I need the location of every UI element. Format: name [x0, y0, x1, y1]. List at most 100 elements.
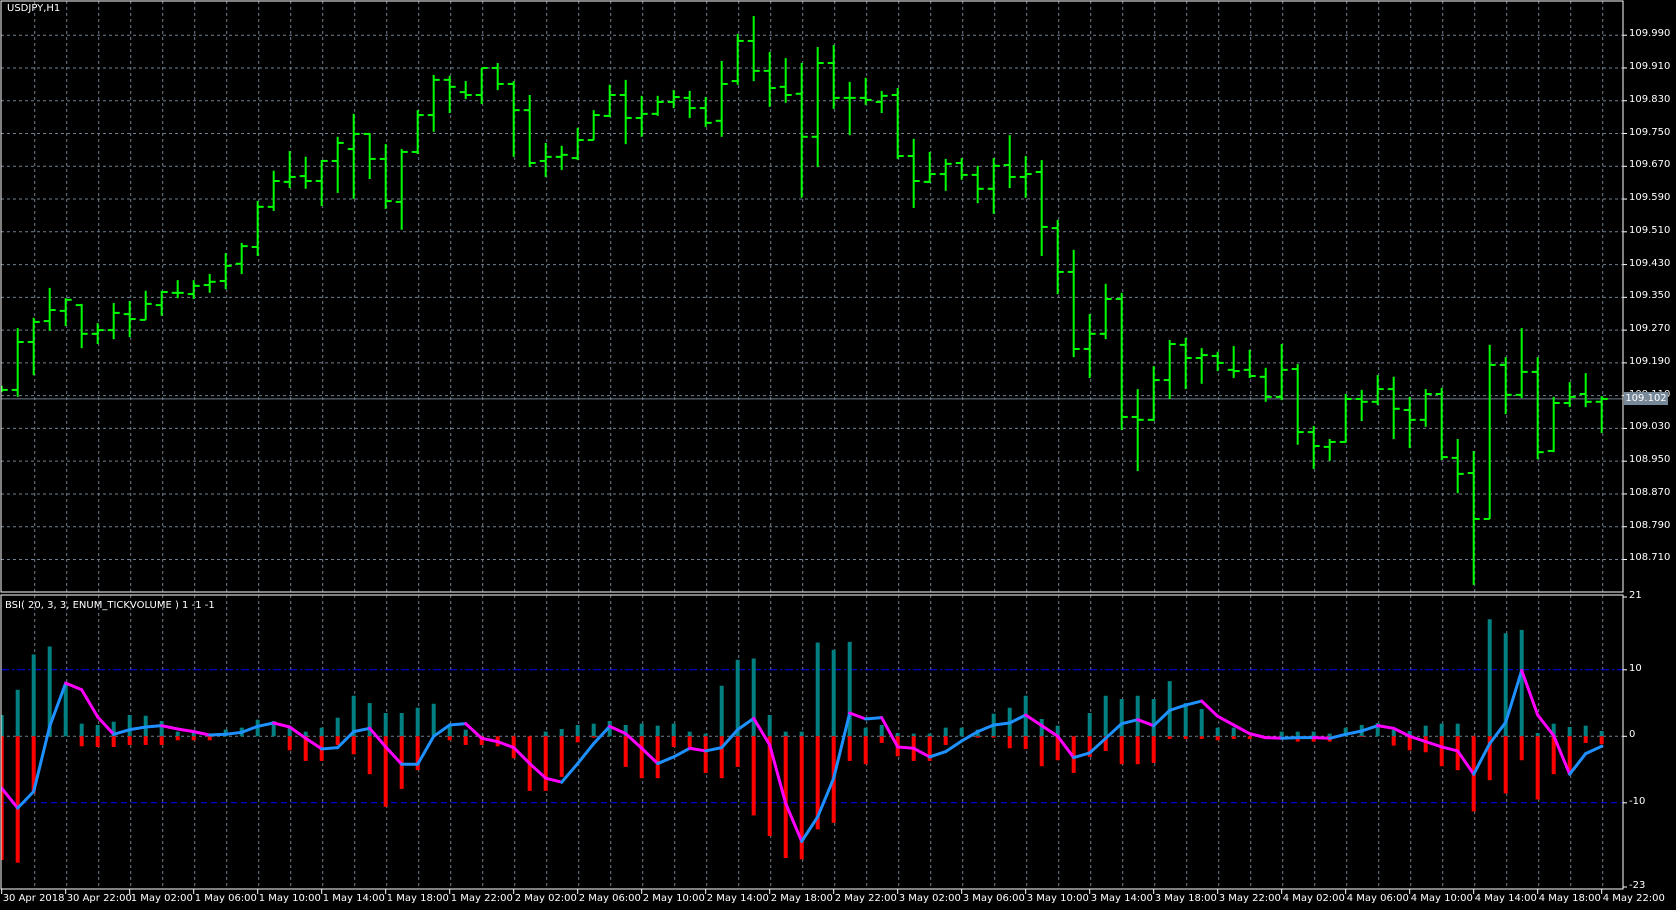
time-tick-label: 3 May 02:00 — [898, 893, 961, 904]
buy-histogram-bar — [687, 731, 692, 737]
bsi-line-segment — [1344, 729, 1364, 736]
bsi-line-segment — [48, 681, 68, 728]
sell-histogram-bar — [863, 736, 868, 765]
bsi-line-segment — [224, 730, 244, 736]
ohlc-bar — [1483, 344, 1496, 520]
buy-histogram-bar — [1327, 733, 1332, 737]
buy-histogram-bar — [543, 731, 548, 737]
bsi-line-segment — [1376, 724, 1396, 730]
ohlc-bar — [1035, 160, 1048, 256]
buy-histogram-bar — [31, 654, 36, 737]
sell-histogram-bar — [287, 736, 292, 751]
chart-canvas[interactable] — [0, 0, 1676, 910]
buy-histogram-bar — [79, 723, 84, 737]
bsi-line-segment — [1008, 713, 1028, 725]
bsi-line-segment — [880, 716, 900, 749]
bsi-line-segment — [192, 730, 212, 737]
buy-histogram-bar — [1423, 725, 1428, 737]
indicator-tick-label: 21 — [1629, 590, 1642, 601]
ohlc-bar — [891, 88, 904, 159]
ohlc-bar — [347, 113, 360, 200]
bsi-line-segment — [1184, 699, 1204, 707]
sell-histogram-bar — [575, 736, 580, 743]
buy-histogram-bar — [1311, 731, 1316, 737]
time-tick-label: 1 May 02:00 — [130, 893, 193, 904]
bsi-line-segment — [912, 746, 932, 759]
ohlc-bar — [395, 149, 408, 230]
ohlc-bar — [235, 242, 248, 274]
indicator-tick-label: -10 — [1629, 795, 1646, 807]
ohlc-bar — [699, 97, 712, 127]
price-tick-label: 109.910 — [1629, 60, 1671, 72]
buy-histogram-bar — [575, 724, 580, 737]
time-tick-label: 1 May 14:00 — [322, 893, 385, 904]
bsi-line-segment — [1264, 736, 1284, 740]
sell-histogram-bar — [95, 736, 100, 747]
bsi-line-segment — [1488, 720, 1508, 746]
bsi-line-segment — [320, 746, 340, 751]
ohlc-bar — [1467, 450, 1480, 585]
price-tick-label: 109.510 — [1629, 224, 1671, 236]
bsi-line-segment — [1120, 718, 1140, 726]
sell-histogram-bar — [1007, 736, 1012, 749]
bsi-line-segment — [736, 716, 756, 732]
ohlc-bar — [1371, 375, 1384, 406]
bsi-line-segment — [816, 776, 836, 819]
price-tick-label: 109.350 — [1629, 290, 1671, 302]
bsi-line-segment — [496, 740, 516, 750]
indicator-tick-label: -23 — [1629, 880, 1646, 891]
sell-histogram-bar — [1039, 736, 1044, 767]
price-tick-label: 109.670 — [1629, 159, 1671, 171]
sell-histogram-bar — [367, 736, 372, 775]
buy-histogram-bar — [703, 733, 708, 737]
bsi-line-segment — [464, 722, 484, 740]
buy-histogram-bar — [895, 732, 900, 737]
sell-histogram-bar — [623, 736, 628, 767]
ohlc-bar — [1275, 344, 1288, 401]
buy-histogram-bar — [159, 721, 164, 737]
time-tick-label: 3 May 22:00 — [1218, 893, 1281, 904]
ohlc-bar — [763, 51, 776, 107]
sell-histogram-bar — [127, 736, 132, 745]
chart-window[interactable]: USDJPY,H1 BSI( 20, 3, 3, ENUM_TICKVOLUME… — [0, 0, 1676, 910]
ohlc-bar — [1147, 366, 1160, 422]
ohlc-bar — [539, 142, 552, 177]
ohlc-bar — [795, 63, 808, 198]
ohlc-bar — [1547, 396, 1560, 453]
buy-histogram-bar — [1103, 695, 1108, 737]
bsi-line-segment — [32, 724, 52, 793]
sell-histogram-bar — [1535, 736, 1540, 800]
buy-histogram-bar — [751, 658, 756, 737]
sell-histogram-bar — [655, 736, 660, 779]
ohlc-bar — [475, 66, 488, 105]
price-tick-label: 108.710 — [1629, 552, 1671, 564]
buy-histogram-bar — [127, 715, 132, 737]
ohlc-bar — [251, 201, 264, 256]
bsi-line-segment — [1312, 736, 1332, 740]
time-tick-label: 2 May 18:00 — [770, 893, 833, 904]
bsi-line-segment — [752, 716, 772, 747]
buy-histogram-bar — [463, 729, 468, 737]
buy-histogram-bar — [911, 733, 916, 737]
buy-histogram-bar — [1535, 732, 1540, 737]
bsi-line-segment — [1536, 713, 1556, 738]
ohlc-bar — [459, 81, 472, 100]
ohlc-bar — [619, 79, 632, 145]
buy-histogram-bar — [831, 649, 836, 737]
sell-histogram-bar — [191, 736, 196, 741]
ohlc-bar — [1499, 357, 1512, 415]
bsi-line-segment — [928, 750, 948, 759]
time-tick-label: 2 May 06:00 — [578, 893, 641, 904]
buy-histogram-bar — [591, 723, 596, 737]
buy-histogram-bar — [1135, 695, 1140, 737]
bsi-line-segment — [704, 746, 724, 753]
ohlc-bar — [667, 90, 680, 109]
ohlc-bar — [523, 95, 536, 168]
sell-histogram-bar — [1583, 736, 1588, 743]
ohlc-bar — [635, 95, 648, 137]
price-tick-label: 108.790 — [1629, 519, 1671, 531]
ohlc-bar — [1227, 346, 1240, 379]
sell-histogram-bar — [1391, 736, 1396, 746]
bsi-line-segment — [416, 734, 436, 766]
time-tick-label: 3 May 14:00 — [1090, 893, 1153, 904]
